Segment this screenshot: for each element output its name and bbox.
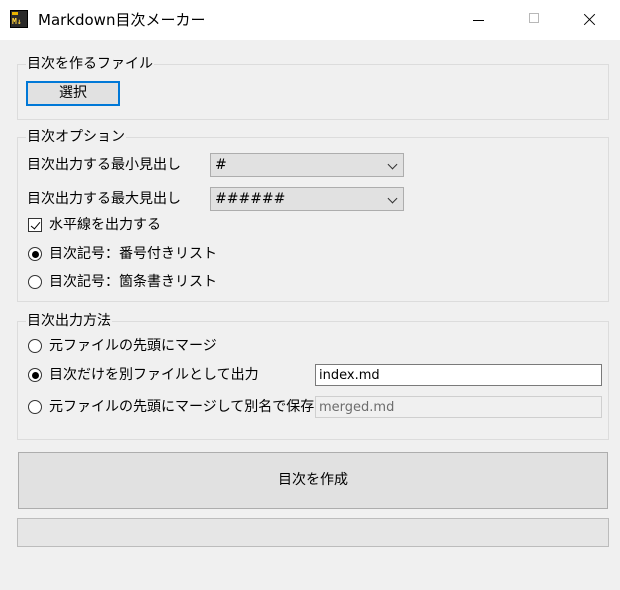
select-file-button[interactable]: 選択: [26, 81, 120, 106]
separate-filename-field[interactable]: [315, 364, 602, 386]
numbered-list-radio[interactable]: [28, 247, 42, 261]
window-title: Markdown目次メーカー: [38, 11, 206, 29]
min-heading-label: 目次出力する最小見出し: [27, 157, 181, 173]
minimize-button[interactable]: [450, 0, 506, 40]
title-bar[interactable]: M↓ Markdown目次メーカー: [0, 0, 620, 40]
merge-radio[interactable]: [28, 339, 42, 353]
close-button[interactable]: [562, 0, 618, 40]
create-toc-button[interactable]: 目次を作成: [18, 452, 608, 509]
markdown-app-icon: M↓: [10, 10, 28, 28]
options-group-legend: 目次オプション: [26, 128, 126, 146]
hr-checkbox-label[interactable]: 水平線を出力する: [49, 216, 161, 234]
min-heading-value: #: [215, 157, 227, 173]
min-heading-select[interactable]: #: [210, 153, 404, 177]
separate-filename-input[interactable]: [316, 365, 601, 385]
separate-file-radio[interactable]: [28, 368, 42, 382]
progress-bar: [17, 518, 609, 547]
max-heading-label: 目次出力する最大見出し: [27, 191, 181, 207]
max-heading-value: ######: [215, 191, 286, 207]
merge-rename-label[interactable]: 元ファイルの先頭にマージして別名で保存: [49, 398, 314, 416]
bullet-list-radio[interactable]: [28, 275, 42, 289]
hr-checkbox[interactable]: [28, 218, 42, 232]
merge-label[interactable]: 元ファイルの先頭にマージ: [49, 337, 217, 355]
app-icon-text: M↓: [12, 17, 22, 26]
file-group-legend: 目次を作るファイル: [26, 55, 154, 73]
max-heading-select[interactable]: ######: [210, 187, 404, 211]
maximize-button[interactable]: [506, 0, 562, 40]
output-group-legend: 目次出力方法: [26, 312, 112, 330]
numbered-list-label[interactable]: 目次記号：番号付きリスト: [49, 245, 217, 263]
bullet-list-label[interactable]: 目次記号：箇条書きリスト: [49, 273, 217, 291]
separate-file-label[interactable]: 目次だけを別ファイルとして出力: [49, 366, 259, 384]
chevron-down-icon: [387, 193, 398, 204]
merge-rename-radio[interactable]: [28, 400, 42, 414]
merged-filename-input: [316, 397, 601, 417]
chevron-down-icon: [387, 159, 398, 170]
merged-filename-field: [315, 396, 602, 418]
